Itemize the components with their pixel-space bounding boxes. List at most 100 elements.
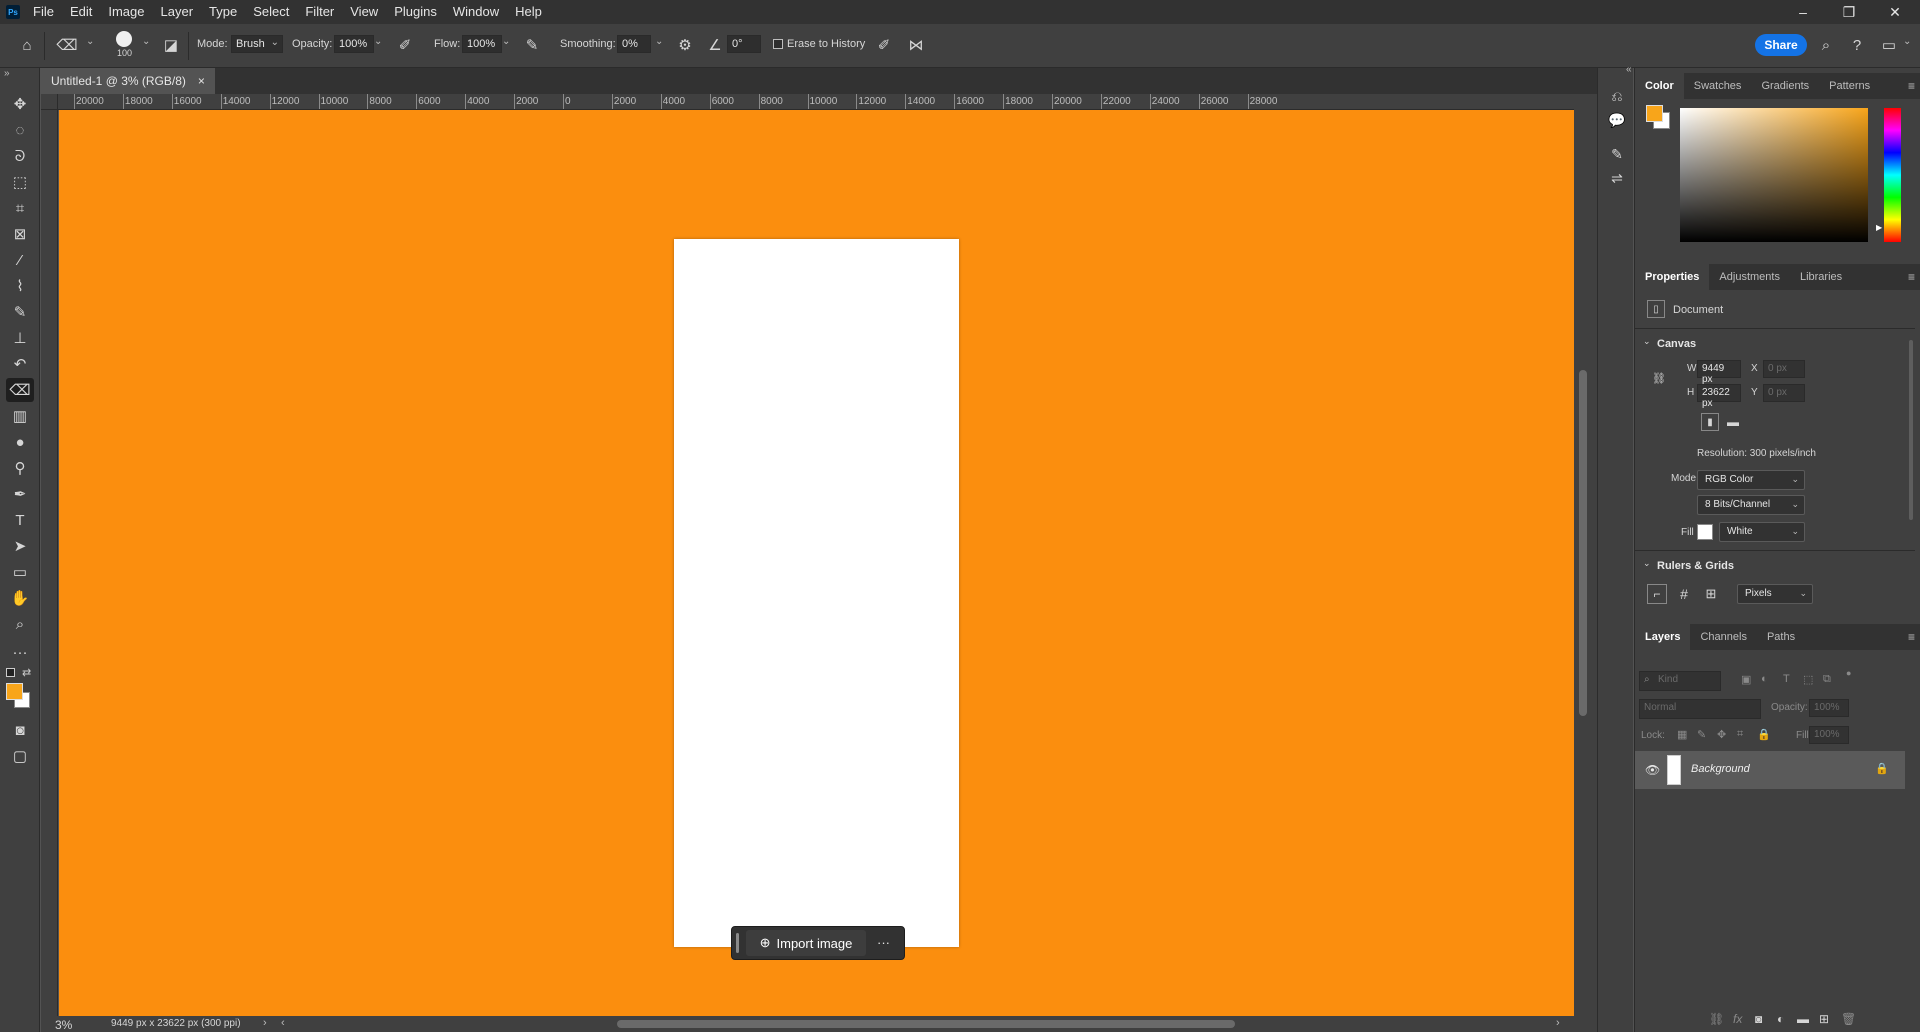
lock-pixels-icon[interactable]: ✎ (1697, 728, 1706, 741)
ruler-origin[interactable] (41, 94, 58, 110)
erase-to-history-checkbox[interactable] (773, 39, 783, 49)
units-select[interactable]: Pixels ⌄ (1737, 584, 1813, 604)
menu-window[interactable]: Window (445, 0, 507, 24)
eyedropper-tool-icon[interactable]: ⁄ (6, 248, 34, 272)
x-input[interactable]: 0 px (1763, 360, 1805, 378)
tab-properties[interactable]: Properties (1635, 264, 1710, 290)
new-layer-icon[interactable]: ⊞ (1819, 1012, 1829, 1026)
share-button[interactable]: Share (1755, 34, 1807, 56)
hue-slider[interactable] (1884, 108, 1901, 242)
fill-select[interactable]: White ⌄ (1719, 522, 1805, 542)
crop-tool-icon[interactable]: ⌗ (6, 196, 34, 220)
blend-mode-select[interactable]: Normal (1639, 699, 1761, 719)
tab-paths[interactable]: Paths (1757, 624, 1805, 650)
panel-menu-icon[interactable]: ≡ (1908, 630, 1915, 644)
restore-button[interactable]: ❐ (1826, 0, 1872, 24)
zoom-tool-icon[interactable]: ⌕ (6, 612, 34, 636)
move-tool-icon[interactable]: ✥ (6, 92, 34, 116)
layer-name[interactable]: Background (1691, 763, 1750, 775)
healing-brush-tool-icon[interactable]: ⌇ (6, 274, 34, 298)
mode-select[interactable]: RGB Color ⌄ (1697, 470, 1805, 490)
fill-color-swatch[interactable] (1697, 524, 1713, 540)
airbrush-icon[interactable]: ✎ (521, 34, 543, 56)
color-picker-field[interactable] (1680, 108, 1868, 242)
panel-menu-icon[interactable]: ≡ (1908, 270, 1915, 284)
tab-gradients[interactable]: Gradients (1751, 73, 1819, 99)
tab-libraries[interactable]: Libraries (1790, 264, 1852, 290)
collapse-panels-icon[interactable]: « (1626, 64, 1632, 75)
color-foreground-swatch[interactable] (1646, 105, 1663, 122)
delete-layer-icon[interactable]: 🗑 (1841, 1012, 1856, 1026)
brush-tip-icon[interactable] (116, 31, 132, 47)
pressure-opacity-icon[interactable]: ✐ (394, 34, 416, 56)
portrait-orientation-icon[interactable]: ▮ (1701, 413, 1719, 431)
more-options-button[interactable]: ··· (877, 935, 890, 950)
eye-icon[interactable]: 👁 (1645, 763, 1660, 777)
tab-layers[interactable]: Layers (1635, 624, 1691, 650)
filter-smart-object-icon[interactable]: ⧉ (1823, 673, 1831, 686)
new-group-icon[interactable]: ▬ (1797, 1012, 1809, 1026)
lock-transparent-icon[interactable]: ▦ (1677, 728, 1687, 741)
marquee-tool-icon[interactable]: ◌ (6, 118, 34, 142)
close-tab-icon[interactable]: × (198, 68, 205, 94)
canvas-area[interactable] (59, 110, 1574, 1016)
guides-icon[interactable]: ⊞ (1701, 584, 1721, 604)
pen-tool-icon[interactable]: ✒ (6, 482, 34, 506)
tab-adjustments[interactable]: Adjustments (1709, 264, 1790, 290)
link-layers-icon[interactable]: ⛓ (1709, 1012, 1724, 1026)
menu-plugins[interactable]: Plugins (386, 0, 445, 24)
ruler-icon[interactable]: ⌐ (1647, 584, 1667, 604)
history-brush-tool-icon[interactable]: ↶ (6, 352, 34, 376)
chevron-right-icon[interactable]: › (263, 1017, 267, 1029)
y-input[interactable]: 0 px (1763, 384, 1805, 402)
minimize-button[interactable]: – (1780, 0, 1826, 24)
layer-fill-input[interactable]: 100% (1809, 726, 1849, 744)
opacity-input[interactable]: 100% (334, 35, 374, 53)
dodge-tool-icon[interactable]: ⚲ (6, 456, 34, 480)
adjustment-layer-icon[interactable]: ◐ (1777, 1012, 1784, 1026)
tab-channels[interactable]: Channels (1690, 624, 1756, 650)
flow-input[interactable]: 100% (462, 35, 502, 53)
menu-view[interactable]: View (342, 0, 386, 24)
horizontal-scroll-thumb[interactable] (617, 1020, 1235, 1028)
path-selection-tool-icon[interactable]: ➤ (6, 534, 34, 558)
document-canvas[interactable] (674, 239, 959, 947)
angle-input[interactable]: 0° (727, 35, 761, 53)
chevron-down-icon[interactable]: ⌄ (142, 36, 150, 47)
clone-stamp-tool-icon[interactable]: ⊥ (6, 326, 34, 350)
hue-slider-handle[interactable]: ▶ (1876, 223, 1882, 232)
chevron-down-icon[interactable]: ⌄ (1903, 36, 1911, 47)
lock-all-icon[interactable]: 🔒 (1757, 728, 1771, 741)
comments-panel-icon[interactable]: 💬 (1606, 110, 1628, 130)
fx-icon[interactable]: fx (1733, 1012, 1742, 1026)
symmetry-icon[interactable]: ⋈ (905, 34, 927, 56)
add-mask-icon[interactable]: ◙ (1755, 1012, 1762, 1026)
history-panel-icon[interactable]: ⎌ (1606, 86, 1628, 106)
zoom-level[interactable]: 3% (55, 1018, 72, 1032)
chevron-down-icon[interactable]: ⌄ (655, 36, 663, 47)
menu-filter[interactable]: Filter (297, 0, 342, 24)
tab-color[interactable]: Color (1635, 73, 1684, 99)
filter-toggle-icon[interactable]: ● (1846, 668, 1851, 678)
pressure-size-icon[interactable]: ✐ (873, 34, 895, 56)
bit-depth-select[interactable]: 8 Bits/Channel ⌄ (1697, 495, 1805, 515)
lock-artboard-icon[interactable]: ⌗ (1737, 728, 1743, 741)
menu-help[interactable]: Help (507, 0, 550, 24)
mode-select[interactable]: Brush ⌄ (231, 35, 283, 53)
tab-patterns[interactable]: Patterns (1819, 73, 1880, 99)
lock-position-icon[interactable]: ✥ (1717, 728, 1726, 741)
menu-image[interactable]: Image (100, 0, 152, 24)
import-image-button[interactable]: ⊕ Import image (746, 930, 866, 956)
quick-mask-icon[interactable]: ◙ (6, 718, 34, 742)
screen-mode-icon[interactable]: ▢ (6, 744, 34, 768)
type-tool-icon[interactable]: T (6, 508, 34, 532)
landscape-orientation-icon[interactable]: ▬ (1724, 413, 1742, 431)
properties-scrollbar[interactable] (1909, 340, 1913, 520)
brush-settings-icon[interactable]: ◪ (160, 34, 182, 56)
filter-type-icon[interactable]: T (1783, 673, 1790, 685)
object-selection-tool-icon[interactable]: ⬚ (6, 170, 34, 194)
default-colors-icon[interactable] (6, 668, 15, 677)
lasso-tool-icon[interactable]: ᘐ (6, 144, 34, 168)
lock-icon[interactable]: 🔒 (1875, 762, 1889, 775)
drag-handle[interactable] (736, 933, 739, 953)
